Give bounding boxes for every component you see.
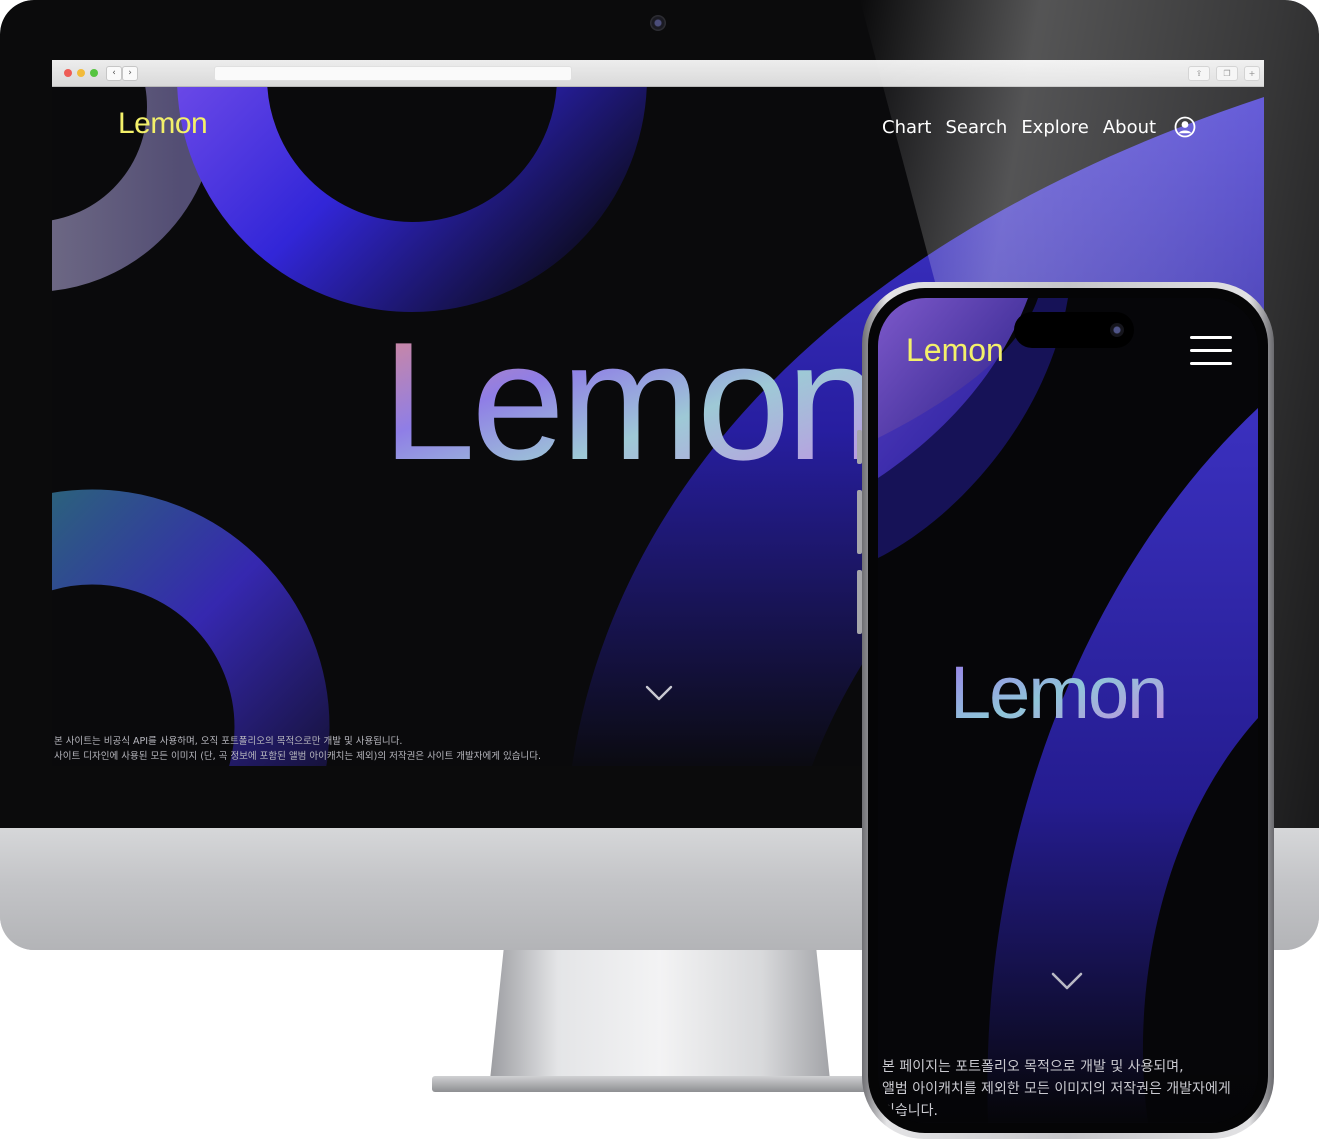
desktop-footer: 본 사이트는 비공식 API를 사용하며, 오직 포트폴리오의 목적으로만 개발… (54, 734, 541, 764)
footer-line: 본 사이트는 비공식 API를 사용하며, 오직 포트폴리오의 목적으로만 개발… (54, 736, 403, 747)
svg-text:Lemon: Lemon (950, 658, 1166, 728)
front-camera (1110, 323, 1124, 337)
forward-button[interactable]: › (122, 66, 138, 81)
phone-device: Lemon Lemon 본 페이지는 포트폴리오 목적으로 개발 및 사용되며,… (862, 282, 1274, 1139)
menu-line (1190, 349, 1232, 352)
phone-bezel: Lemon Lemon 본 페이지는 포트폴리오 목적으로 개발 및 사용되며,… (868, 288, 1268, 1133)
imac-camera (650, 15, 666, 31)
hamburger-icon[interactable] (1190, 336, 1232, 366)
back-button[interactable]: ‹ (106, 66, 122, 81)
mobile-footer: 본 페이지는 포트폴리오 목적으로 개발 및 사용되며, 앨범 아이캐치를 제외… (882, 1056, 1258, 1122)
nav-explore[interactable]: Explore (1021, 117, 1089, 138)
share-icon[interactable]: ⇪ (1188, 66, 1210, 81)
imac-stand (490, 950, 830, 1080)
close-window-button[interactable] (64, 69, 72, 77)
chevron-down-icon[interactable] (1050, 970, 1084, 992)
svg-text:Lemon: Lemon (382, 335, 876, 475)
mobile-site-logo[interactable]: Lemon (906, 332, 1004, 369)
nav-about[interactable]: About (1103, 117, 1156, 138)
tabs-icon[interactable]: ❐ (1216, 66, 1238, 81)
main-nav: Chart Search Explore About (882, 117, 1156, 138)
footer-line: 앨범 아이캐치를 제외한 모든 이미지의 저작권은 개발자에게 (882, 1081, 1231, 1097)
new-tab-icon[interactable]: + (1244, 66, 1260, 81)
footer-line: 사이트 디자인에 사용된 모든 이미지 (단, 곡 정보에 포함된 앨범 아이캐… (54, 751, 542, 762)
mobile-hero-logo: Lemon (950, 658, 1168, 728)
address-bar[interactable] (214, 66, 572, 81)
maximize-window-button[interactable] (90, 69, 98, 77)
menu-line (1190, 336, 1232, 339)
menu-line (1190, 362, 1232, 365)
mobile-page: Lemon Lemon 본 페이지는 포트폴리오 목적으로 개발 및 사용되며,… (878, 298, 1258, 1123)
user-circle-icon[interactable] (1174, 116, 1196, 138)
dynamic-island (1014, 312, 1134, 348)
footer-line: 있습니다. (882, 1103, 938, 1119)
nav-chart[interactable]: Chart (882, 117, 931, 138)
nav-search[interactable]: Search (945, 117, 1007, 138)
imac-stand-base (432, 1076, 888, 1092)
minimize-window-button[interactable] (77, 69, 85, 77)
footer-line: 본 페이지는 포트폴리오 목적으로 개발 및 사용되며, (882, 1059, 1184, 1075)
chevron-down-icon[interactable] (645, 684, 673, 702)
site-logo[interactable]: Lemon (118, 107, 208, 141)
browser-toolbar: ‹ › ⇪ ❐ + (52, 60, 1264, 87)
